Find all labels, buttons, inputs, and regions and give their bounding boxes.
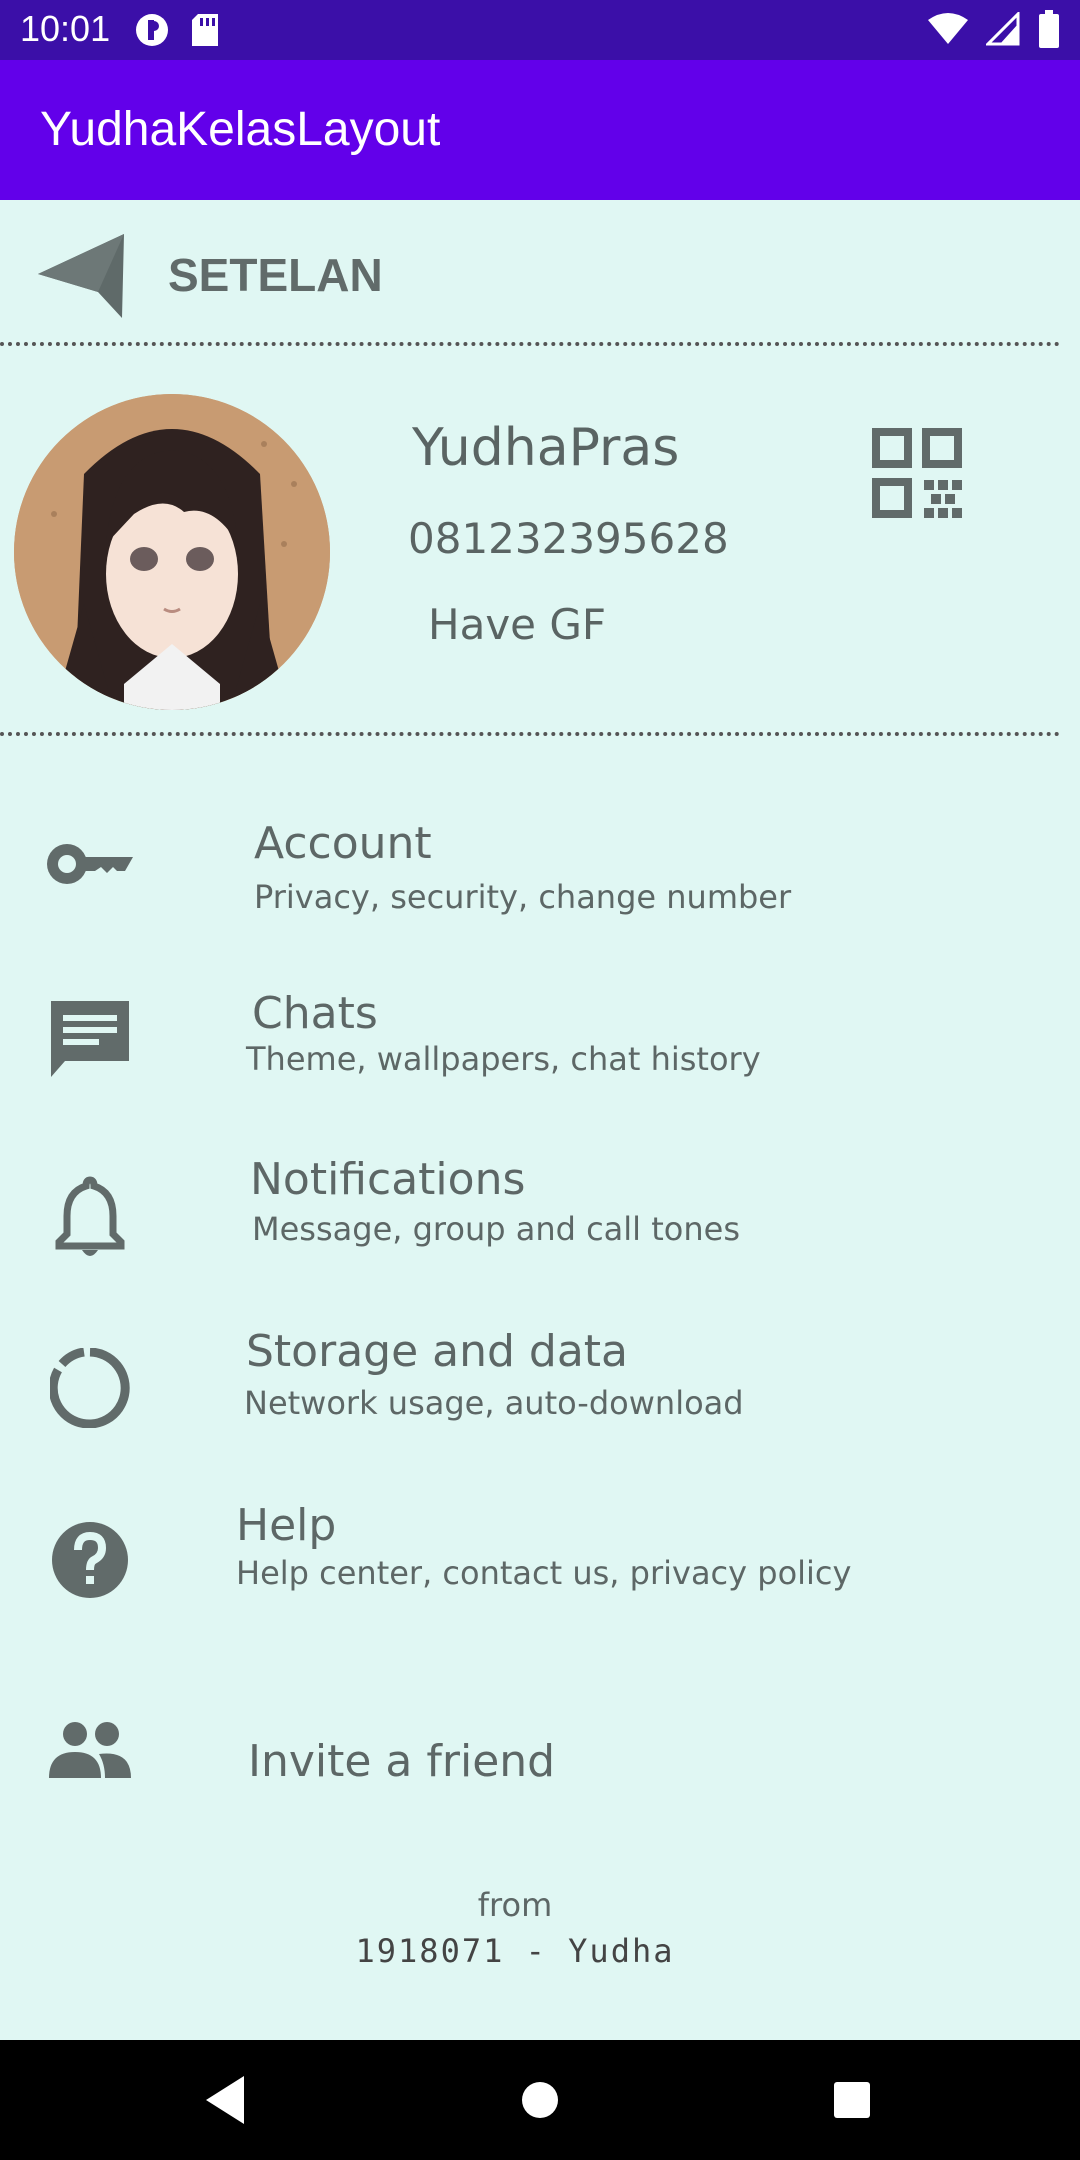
footer-credit: 1918071 - Yudha <box>355 1932 675 1970</box>
nav-back-icon <box>206 2076 244 2124</box>
nav-back-button[interactable] <box>196 2070 256 2130</box>
nav-home-button[interactable] <box>510 2070 570 2130</box>
status-time: 10:01 <box>20 8 111 49</box>
people-icon <box>40 1700 140 1800</box>
nav-recents-button[interactable] <box>822 2070 882 2130</box>
sd-card-icon <box>190 12 220 52</box>
battery-icon <box>1038 10 1060 52</box>
back-arrow-icon <box>38 234 124 318</box>
signal-icon <box>984 10 1020 50</box>
bell-icon <box>40 1168 140 1268</box>
status-bar: 10:01 <box>0 0 1080 60</box>
menu-title-help: Help <box>236 1500 337 1551</box>
menu-subtitle-help: Help center, contact us, privacy policy <box>236 1554 852 1592</box>
app-title: YudhaKelasLayout <box>40 103 441 156</box>
nav-home-icon <box>522 2082 558 2118</box>
menu-title-notifications: Notifications <box>250 1154 526 1205</box>
menu-item-help[interactable]: Help Help center, contact us, privacy po… <box>0 1490 1080 1620</box>
profile-status: Have GF <box>428 600 607 649</box>
help-icon <box>40 1510 140 1610</box>
menu-title-chats: Chats <box>252 988 378 1039</box>
qr-code-button[interactable] <box>872 428 962 518</box>
divider-bottom <box>0 732 1060 736</box>
menu-item-invite[interactable]: Invite a friend <box>0 1700 1080 1830</box>
p-notification-icon <box>134 12 170 52</box>
app-bar: YudhaKelasLayout <box>0 60 1080 200</box>
menu-item-storage[interactable]: Storage and data Network usage, auto-dow… <box>0 1318 1080 1448</box>
menu-subtitle-notifications: Message, group and call tones <box>252 1210 740 1248</box>
key-icon <box>40 814 140 914</box>
menu-item-notifications[interactable]: Notifications Message, group and call to… <box>0 1146 1080 1276</box>
divider-top <box>0 342 1060 346</box>
nav-recents-icon <box>834 2082 870 2118</box>
menu-subtitle-chats: Theme, wallpapers, chat history <box>246 1040 761 1078</box>
menu-title-invite: Invite a friend <box>248 1736 556 1787</box>
menu-item-chats[interactable]: Chats Theme, wallpapers, chat history <box>0 976 1080 1106</box>
profile-name: YudhaPras <box>412 418 680 478</box>
back-button[interactable] <box>36 230 136 326</box>
qr-code-icon <box>872 428 962 518</box>
menu-title-storage: Storage and data <box>246 1326 629 1377</box>
navigation-bar <box>0 2040 1080 2160</box>
menu-title-account: Account <box>254 818 432 869</box>
menu-subtitle-storage: Network usage, auto-download <box>244 1384 744 1422</box>
menu-item-account[interactable]: Account Privacy, security, change number <box>0 808 1080 938</box>
footer-from: from <box>477 1886 553 1924</box>
profile-phone: 081232395628 <box>408 514 729 563</box>
avatar-image <box>14 394 330 710</box>
storage-icon <box>40 1338 140 1438</box>
page-title: SETELAN <box>168 249 383 301</box>
avatar[interactable] <box>14 394 330 710</box>
chat-icon <box>40 990 140 1090</box>
menu-subtitle-account: Privacy, security, change number <box>254 878 792 916</box>
wifi-icon <box>928 12 968 50</box>
